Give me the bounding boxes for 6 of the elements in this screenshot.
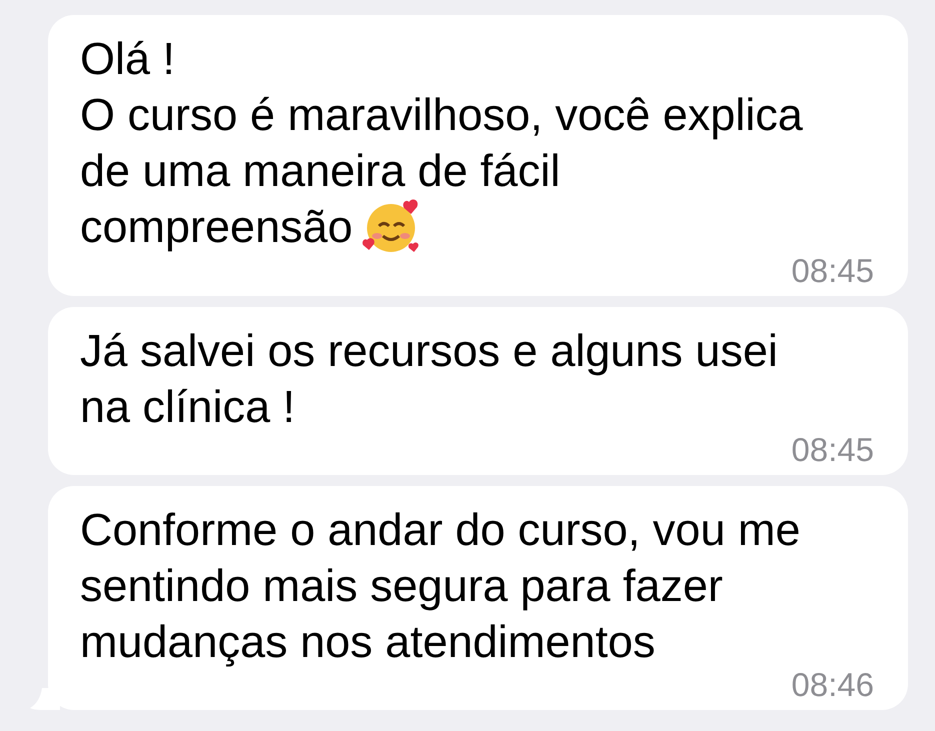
message-text: Já salvei os recursos e alguns usei na clínica ! [80,324,778,434]
message-text: Olá ! O curso é maravilhoso, você explica de uma maneira de fácil compreensão [80,31,803,256]
message-time: 08:45 [791,256,874,286]
message-time: 08:46 [791,670,874,700]
message-text: Conforme o andar do curso, vou me sentindo mais segura para fazer mudanças nos atendimentos [80,503,800,670]
message-time: 08:45 [791,435,874,466]
